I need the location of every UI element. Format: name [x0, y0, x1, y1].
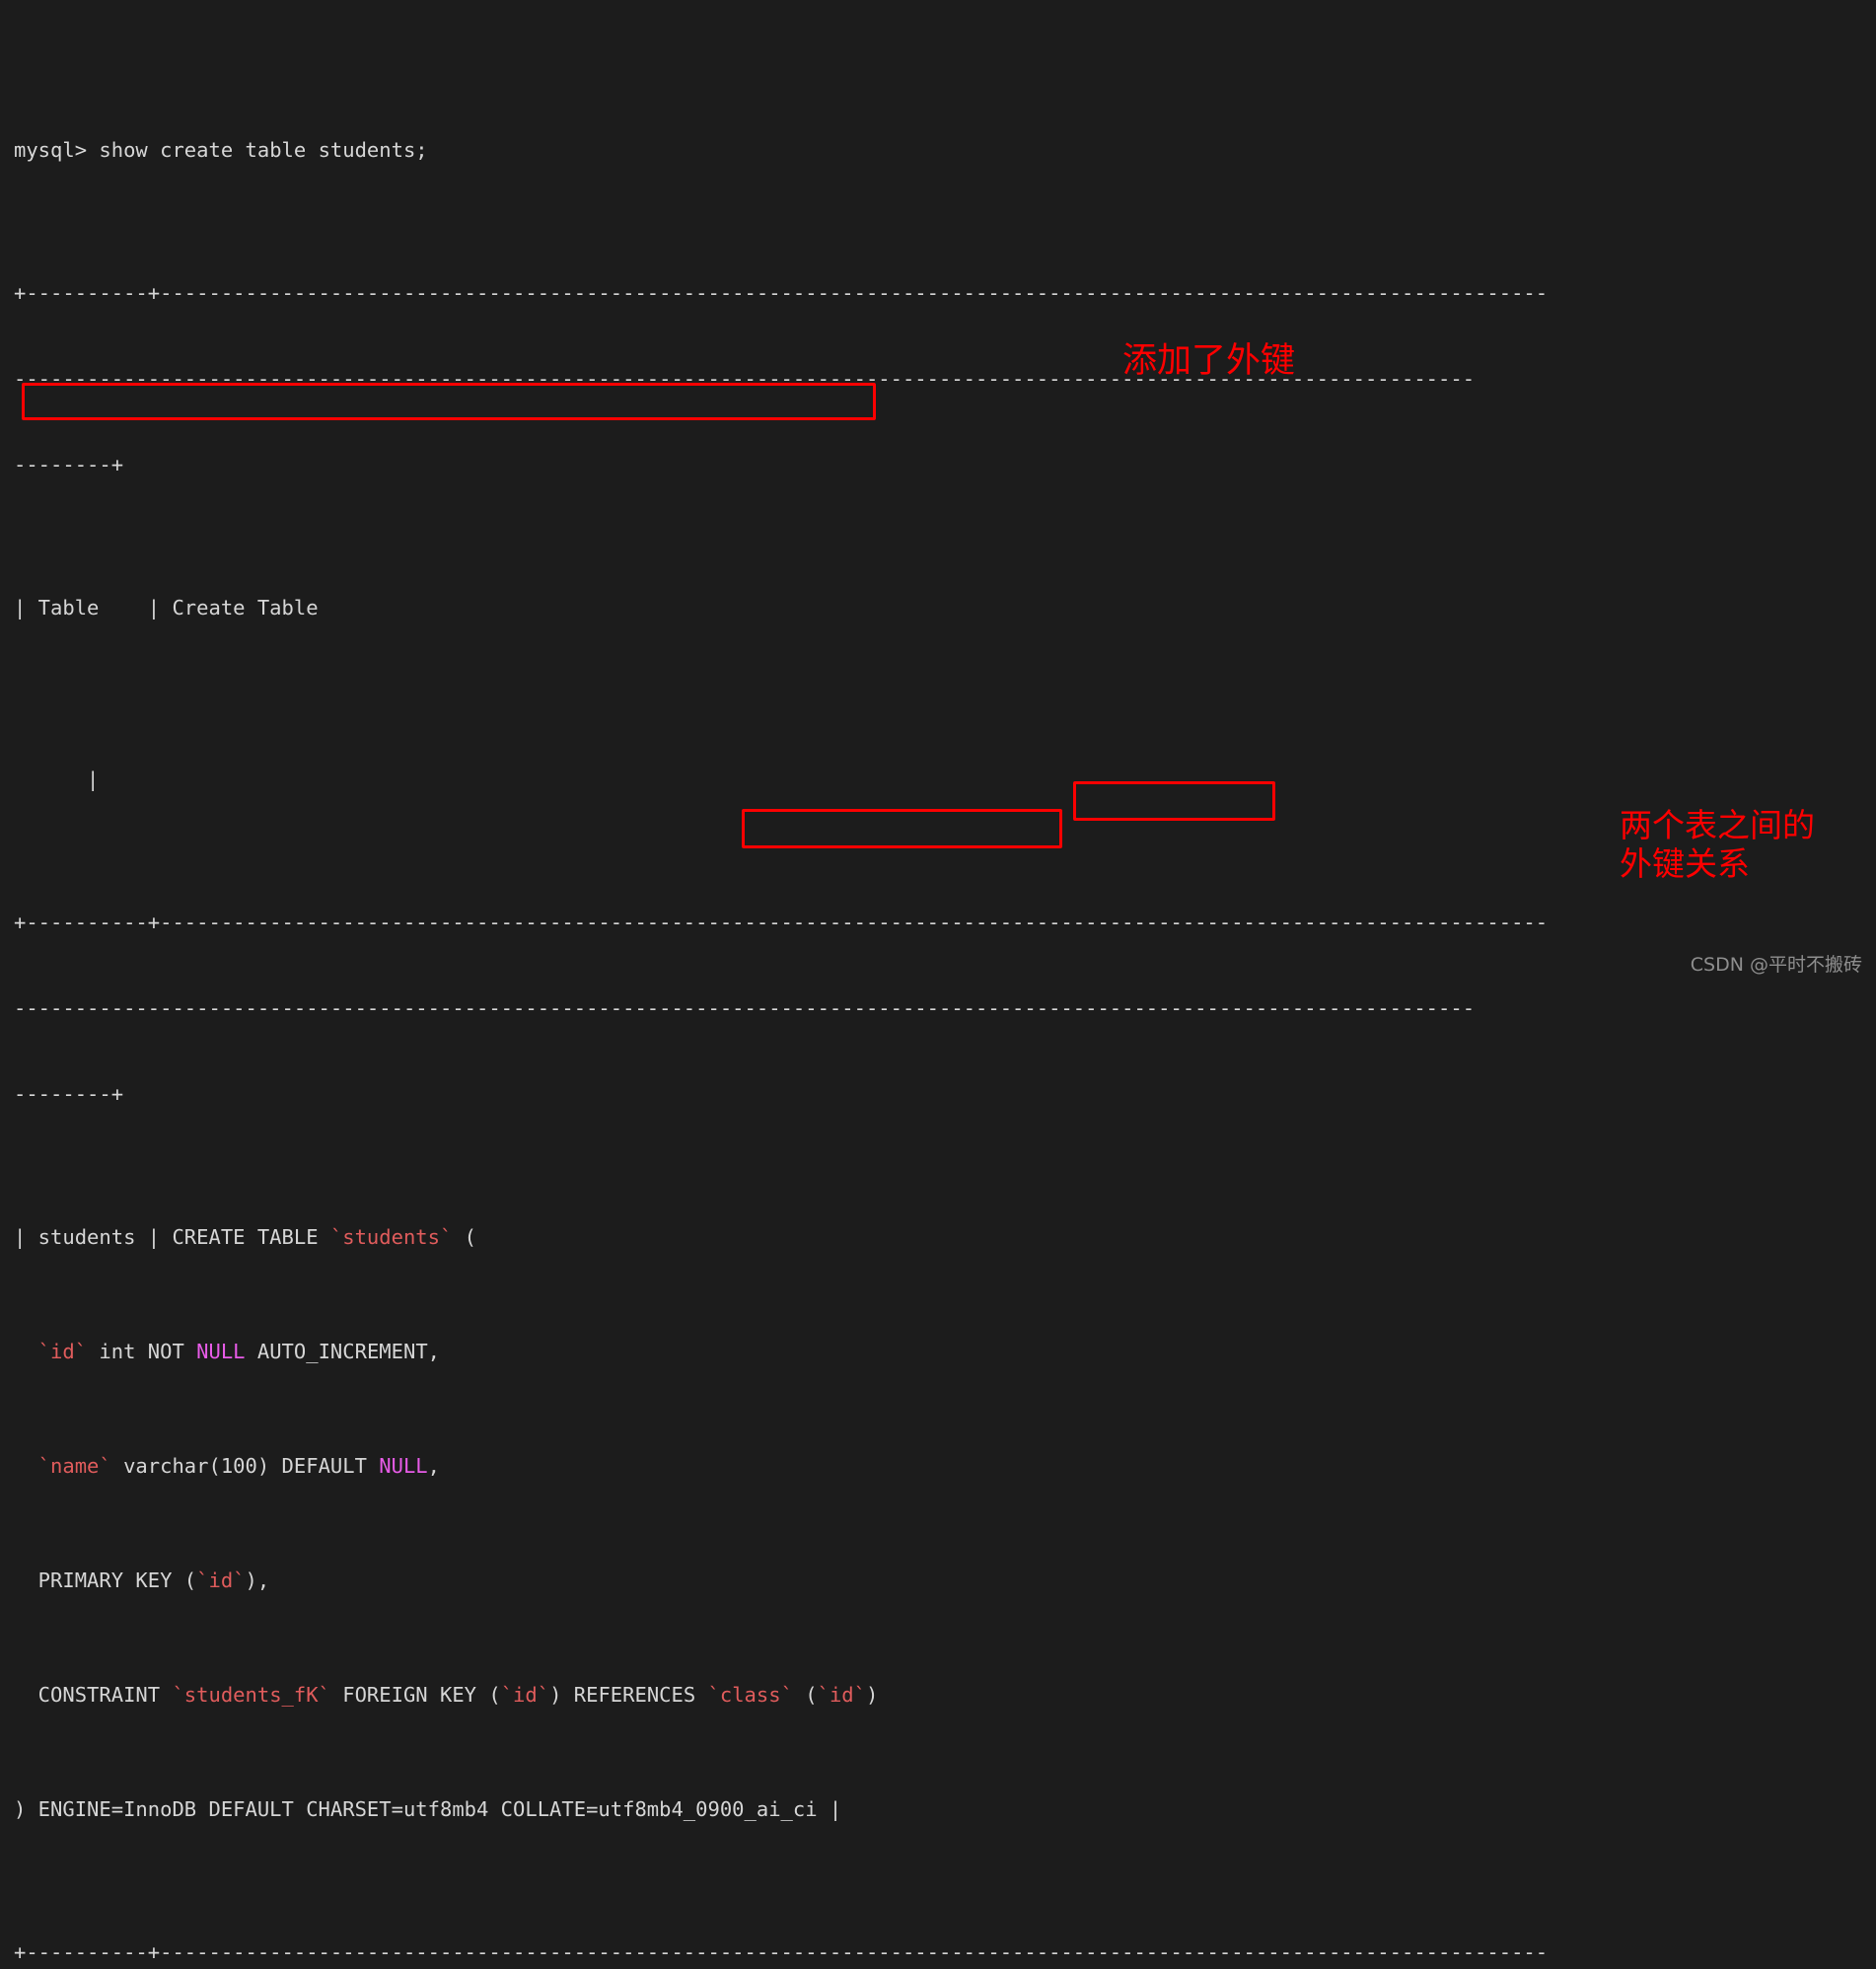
column-name-identifier: `name` — [14, 1454, 111, 1478]
column-name-type: varchar(100) DEFAULT — [110, 1454, 380, 1478]
column-id-type: int NOT — [87, 1340, 197, 1363]
constraint-referenced-table-identifier: `class` — [707, 1683, 793, 1707]
constraint-ref-close: ) — [866, 1683, 879, 1707]
prompt-1: mysql> — [14, 138, 100, 162]
table-header-line-1: | Table | Create Table — [14, 596, 319, 620]
constraint-name-identifier: `students_fK` — [172, 1683, 330, 1707]
separator-a-3: --------+ — [14, 453, 124, 476]
command-1-text: show create table students; — [99, 138, 428, 162]
terminal-output: mysql> show create table students; +----… — [14, 22, 1876, 1969]
terminal-window[interactable]: mysql> show create table students; +----… — [0, 0, 1876, 1964]
separator-c-1: +----------+----------------------------… — [14, 1940, 1549, 1964]
constraint-line: CONSTRAINT `students_fK` FOREIGN KEY (`i… — [14, 1681, 1876, 1710]
header-spacer — [14, 680, 1876, 708]
constraint-column-identifier: `id` — [500, 1683, 550, 1707]
column-name-null-keyword: NULL — [379, 1454, 428, 1478]
constraint-foreign-key-text: FOREIGN KEY ( — [329, 1683, 501, 1707]
engine-line: ) ENGINE=InnoDB DEFAULT CHARSET=utf8mb4 … — [14, 1797, 842, 1821]
primary-key-prefix: PRIMARY KEY ( — [14, 1568, 197, 1592]
constraint-prefix: CONSTRAINT — [14, 1683, 173, 1707]
constraint-ref-open: ( — [792, 1683, 818, 1707]
table-header-line-2: | — [14, 767, 100, 791]
column-name-suffix: , — [427, 1454, 440, 1478]
column-id-autoincrement: AUTO_INCREMENT, — [245, 1340, 441, 1363]
create-table-row: | students | CREATE TABLE `students` ( — [14, 1223, 1876, 1252]
column-id-line: `id` int NOT NULL AUTO_INCREMENT, — [14, 1338, 1876, 1366]
separator-b-1: +----------+----------------------------… — [14, 911, 1549, 934]
constraint-referenced-column-identifier: `id` — [817, 1683, 866, 1707]
watermark: CSDN @平时不搬砖 — [1690, 954, 1862, 976]
separator-b-2: ----------------------------------------… — [14, 996, 1476, 1020]
separator-a-2: ----------------------------------------… — [14, 367, 1476, 391]
create-row-suffix: ( — [452, 1225, 477, 1249]
column-name-line: `name` varchar(100) DEFAULT NULL, — [14, 1452, 1876, 1481]
column-id-identifier: `id` — [14, 1340, 88, 1363]
primary-key-identifier: `id` — [196, 1568, 246, 1592]
constraint-references-text: ) REFERENCES — [549, 1683, 708, 1707]
separator-b-3: --------+ — [14, 1082, 124, 1106]
create-table-identifier: `students` — [329, 1225, 453, 1249]
command-line-1: mysql> show create table students; — [14, 136, 1876, 165]
column-id-null-keyword: NULL — [196, 1340, 246, 1363]
primary-key-suffix: ), — [245, 1568, 270, 1592]
separator-a-1: +----------+----------------------------… — [14, 281, 1549, 305]
primary-key-line: PRIMARY KEY (`id`), — [14, 1567, 1876, 1595]
create-row-prefix: | students | CREATE TABLE — [14, 1225, 330, 1249]
